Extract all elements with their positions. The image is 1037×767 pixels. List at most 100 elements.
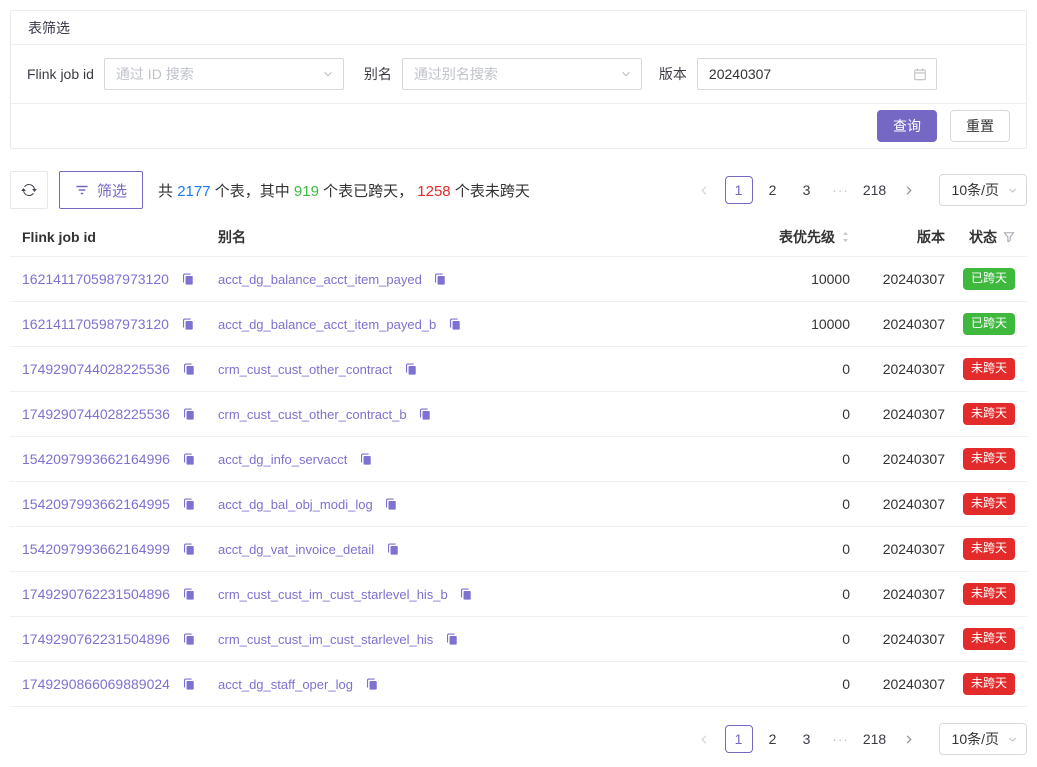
alias-link[interactable]: acct_dg_vat_invoice_detail	[218, 542, 374, 557]
copy-icon[interactable]	[433, 272, 447, 286]
filter-button[interactable]: 筛选	[59, 171, 143, 209]
calendar-icon	[913, 67, 927, 81]
alias-cell: acct_dg_info_servacct	[218, 452, 730, 467]
alias-link[interactable]: acct_dg_info_servacct	[218, 452, 347, 467]
copy-icon[interactable]	[181, 272, 195, 286]
copy-icon[interactable]	[365, 677, 379, 691]
col-header-priority[interactable]: 表优先级	[730, 227, 850, 247]
table-row: 1542097993662164999 acct_dg_vat_invoice_…	[10, 527, 1027, 572]
page-number[interactable]: 3	[793, 725, 821, 753]
status-cell: 未跨天	[945, 538, 1015, 559]
page-number[interactable]: 1	[725, 725, 753, 753]
alias-link[interactable]: crm_cust_cust_other_contract	[218, 362, 392, 377]
next-page-button[interactable]	[895, 725, 923, 753]
status-cell: 已跨天	[945, 268, 1015, 289]
copy-icon[interactable]	[182, 632, 196, 646]
alias-link[interactable]: crm_cust_cust_other_contract_b	[218, 407, 407, 422]
flink-job-id-link[interactable]: 1542097993662164999	[22, 541, 170, 557]
alias-link[interactable]: crm_cust_cust_im_cust_starlevel_his_b	[218, 587, 448, 602]
status-badge: 未跨天	[963, 403, 1015, 424]
sort-icon[interactable]	[841, 230, 850, 244]
next-page-button[interactable]	[895, 176, 923, 204]
copy-icon[interactable]	[182, 407, 196, 421]
copy-icon[interactable]	[418, 407, 432, 421]
alias-link[interactable]: acct_dg_bal_obj_modi_log	[218, 497, 373, 512]
copy-icon[interactable]	[182, 497, 196, 511]
page-number[interactable]: 1	[725, 176, 753, 204]
alias-link[interactable]: crm_cust_cust_im_cust_starlevel_his	[218, 632, 433, 647]
table-row: 1749290762231504896 crm_cust_cust_im_cus…	[10, 572, 1027, 617]
status-badge: 未跨天	[963, 628, 1015, 649]
page-number[interactable]: 2	[759, 725, 787, 753]
copy-icon[interactable]	[445, 632, 459, 646]
reset-button[interactable]: 重置	[950, 110, 1010, 142]
page-number[interactable]: 2	[759, 176, 787, 204]
col-header-status[interactable]: 状态	[945, 227, 1015, 247]
page-size-select[interactable]: 10条/页	[939, 174, 1027, 206]
refresh-button[interactable]	[10, 171, 48, 209]
flink-job-id-cell: 1621411705987973120	[22, 316, 218, 332]
flink-job-id-link[interactable]: 1749290762231504896	[22, 631, 170, 647]
copy-icon[interactable]	[182, 587, 196, 601]
chevron-down-icon	[1007, 185, 1018, 196]
filter-funnel-icon[interactable]	[1003, 231, 1015, 243]
copy-icon[interactable]	[182, 452, 196, 466]
flink-job-id-link[interactable]: 1542097993662164996	[22, 451, 170, 467]
status-badge: 未跨天	[963, 583, 1015, 604]
filter-actions-row: 查询 重置	[11, 104, 1026, 148]
copy-icon[interactable]	[182, 362, 196, 376]
prev-page-button[interactable]	[691, 176, 719, 204]
table-row: 1749290762231504896 crm_cust_cust_im_cus…	[10, 617, 1027, 662]
summary-total: 2177	[177, 183, 210, 200]
alias-link[interactable]: acct_dg_staff_oper_log	[218, 677, 353, 692]
flink-job-id-input[interactable]	[116, 66, 313, 82]
status-badge: 已跨天	[963, 268, 1015, 289]
chevron-down-icon	[1007, 734, 1018, 745]
page-number[interactable]: 218	[861, 176, 889, 204]
version-value: 20240307	[850, 316, 945, 332]
summary-mid2: 个表已跨天，	[319, 183, 417, 200]
alias-cell: acct_dg_staff_oper_log	[218, 677, 730, 692]
summary-mid1: 个表，其中	[211, 183, 294, 200]
page-number[interactable]: 3	[793, 176, 821, 204]
copy-icon[interactable]	[182, 677, 196, 691]
prev-page-button[interactable]	[691, 725, 719, 753]
status-badge: 未跨天	[963, 673, 1015, 694]
flink-job-id-link[interactable]: 1749290762231504896	[22, 586, 170, 602]
table-row: 1621411705987973120 acct_dg_balance_acct…	[10, 302, 1027, 347]
alias-select[interactable]	[402, 58, 642, 90]
flink-job-id-cell: 1542097993662164995	[22, 496, 218, 512]
copy-icon[interactable]	[386, 542, 400, 556]
priority-value: 0	[730, 361, 850, 377]
copy-icon[interactable]	[404, 362, 418, 376]
page-size-select[interactable]: 10条/页	[939, 723, 1027, 755]
col-header-priority-label: 表优先级	[779, 227, 835, 247]
flink-job-id-select[interactable]	[104, 58, 344, 90]
flink-job-id-link[interactable]: 1749290744028225536	[22, 361, 170, 377]
copy-icon[interactable]	[384, 497, 398, 511]
status-cell: 未跨天	[945, 358, 1015, 379]
copy-icon[interactable]	[359, 452, 373, 466]
version-date-picker[interactable]	[697, 58, 937, 90]
version-input[interactable]	[709, 66, 906, 82]
alias-cell: crm_cust_cust_im_cust_starlevel_his_b	[218, 587, 730, 602]
flink-job-id-cell: 1621411705987973120	[22, 271, 218, 287]
flink-job-id-link[interactable]: 1621411705987973120	[22, 316, 169, 332]
alias-link[interactable]: acct_dg_balance_acct_item_payed	[218, 272, 422, 287]
flink-job-id-link[interactable]: 1749290744028225536	[22, 406, 170, 422]
flink-job-id-cell: 1542097993662164996	[22, 451, 218, 467]
page-number[interactable]: 218	[861, 725, 889, 753]
flink-job-id-link[interactable]: 1542097993662164995	[22, 496, 170, 512]
alias-input[interactable]	[414, 66, 611, 82]
copy-icon[interactable]	[181, 317, 195, 331]
query-button[interactable]: 查询	[877, 110, 937, 142]
priority-value: 10000	[730, 316, 850, 332]
chevron-down-icon	[620, 68, 632, 80]
filter-panel: 表筛选 Flink job id 别名 版本	[10, 10, 1027, 149]
flink-job-id-link[interactable]: 1621411705987973120	[22, 271, 169, 287]
copy-icon[interactable]	[459, 587, 473, 601]
copy-icon[interactable]	[182, 542, 196, 556]
flink-job-id-link[interactable]: 1749290866069889024	[22, 676, 170, 692]
copy-icon[interactable]	[448, 317, 462, 331]
alias-link[interactable]: acct_dg_balance_acct_item_payed_b	[218, 317, 436, 332]
